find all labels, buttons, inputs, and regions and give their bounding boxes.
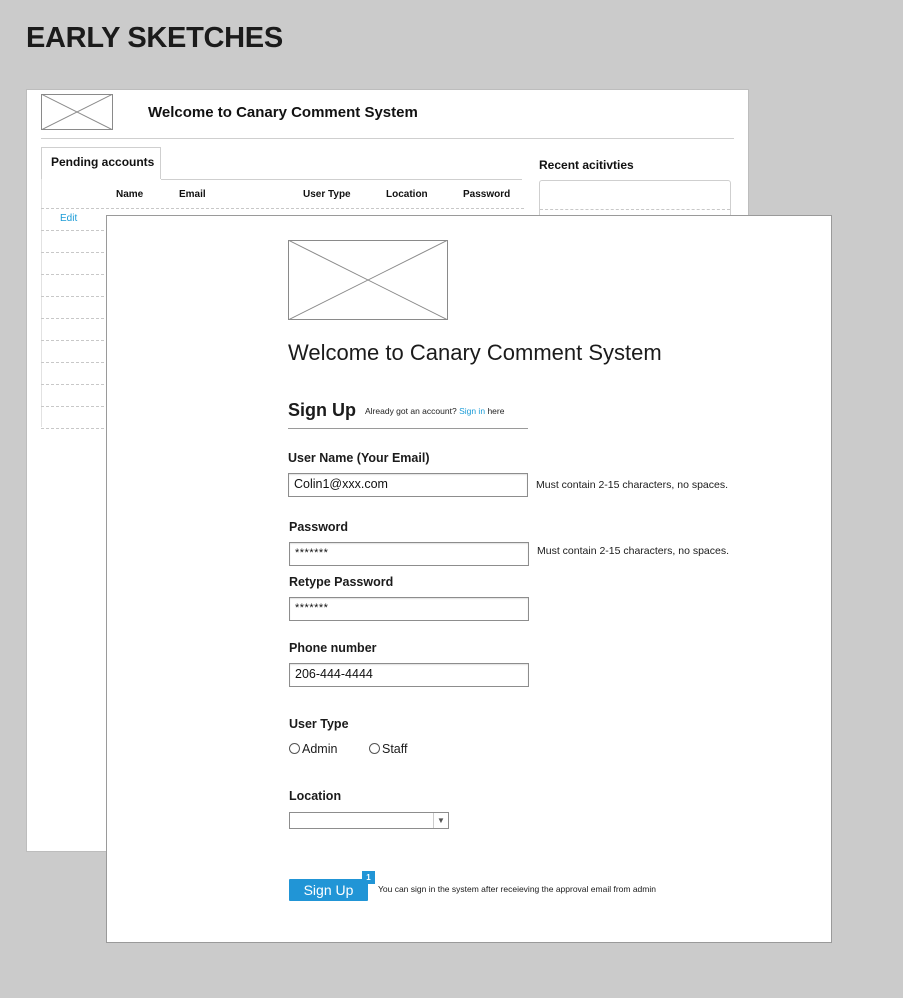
edit-link[interactable]: Edit — [60, 213, 77, 224]
retype-password-input[interactable]: ******* — [289, 597, 529, 621]
sign-in-link[interactable]: Sign in — [459, 406, 485, 416]
tab-pending-accounts[interactable]: Pending accounts — [41, 147, 161, 179]
col-user-type: User Type — [303, 189, 351, 200]
approval-note: You can sign in the system after receiev… — [378, 884, 656, 894]
signup-divider — [288, 428, 528, 429]
password-label: Password — [289, 520, 349, 534]
page-heading: EARLY SKETCHES — [26, 22, 283, 54]
password-hint: Must contain 2-15 characters, no spaces. — [537, 545, 730, 557]
already-suffix: here — [487, 406, 505, 416]
username-hint: Must contain 2-15 characters, no spaces. — [536, 479, 729, 491]
recent-activities-label: Recent acitivties — [539, 158, 634, 172]
signup-page-title: Welcome to Canary Comment System — [288, 340, 662, 365]
phone-input[interactable]: 206-444-4444 — [289, 663, 529, 687]
password-input[interactable]: ******* — [289, 542, 529, 566]
already-account-text: Already got an account? Sign in here — [365, 406, 504, 416]
header-divider — [41, 138, 734, 139]
col-email: Email — [179, 189, 206, 200]
col-location: Location — [386, 189, 428, 200]
phone-label: Phone number — [289, 641, 377, 655]
already-text: Already got an account? — [365, 406, 457, 416]
signup-sketch: Welcome to Canary Comment System Sign Up… — [106, 215, 832, 943]
username-input[interactable]: Colin1@xxx.com — [288, 473, 528, 497]
admin-title: Welcome to Canary Comment System — [148, 104, 418, 121]
tab-divider — [161, 179, 522, 180]
retype-password-label: Retype Password — [289, 575, 394, 589]
location-select[interactable]: ▼ — [289, 812, 449, 829]
location-label: Location — [289, 789, 342, 803]
user-type-label: User Type — [289, 717, 349, 731]
logo-placeholder-icon — [41, 94, 113, 130]
radio-circle-icon — [289, 743, 300, 754]
annotation-badge: 1 — [362, 871, 375, 884]
username-label: User Name (Your Email) — [288, 451, 430, 465]
radio-staff[interactable]: Staff — [369, 742, 407, 756]
col-password: Password — [463, 189, 511, 200]
signup-heading: Sign Up — [288, 400, 356, 420]
radio-circle-icon — [369, 743, 380, 754]
tab-label: Pending accounts — [51, 155, 155, 169]
logo-placeholder-icon — [288, 240, 448, 320]
radio-admin-label: Admin — [302, 742, 338, 756]
radio-staff-label: Staff — [382, 742, 408, 756]
signup-button[interactable]: Sign Up — [289, 879, 368, 901]
col-name: Name — [116, 189, 144, 200]
radio-admin[interactable]: Admin — [289, 742, 337, 756]
chevron-down-icon[interactable]: ▼ — [433, 813, 448, 828]
